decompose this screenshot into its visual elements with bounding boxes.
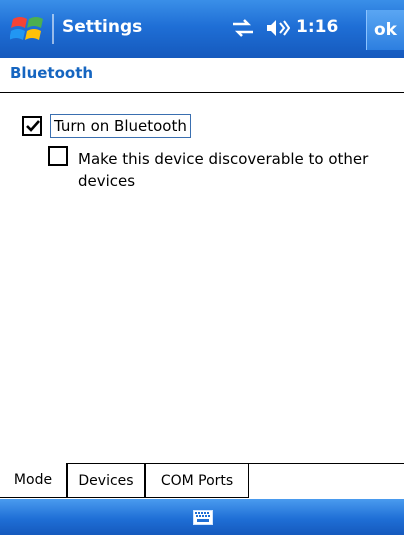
turn-on-bluetooth-label[interactable]: Turn on Bluetooth [50, 114, 191, 138]
start-flag-icon[interactable] [9, 12, 46, 48]
page-heading: Bluetooth [10, 64, 94, 82]
content-area: Bluetooth Turn on Bluetooth Make this de… [0, 58, 404, 463]
bottom-bar [0, 499, 404, 535]
title-separator [52, 14, 54, 44]
checkmark-icon [26, 120, 40, 132]
tab-devices[interactable]: Devices [67, 463, 145, 498]
clock[interactable]: 1:16 [296, 17, 338, 37]
tab-mode[interactable]: Mode [0, 463, 67, 498]
volume-icon[interactable] [264, 17, 291, 39]
tab-com-ports[interactable]: COM Ports [145, 463, 249, 498]
heading-divider [0, 92, 404, 93]
ok-button[interactable]: ok [366, 10, 404, 50]
title-bar: Settings 1:16 ok [0, 0, 404, 58]
app-title: Settings [62, 17, 143, 37]
discoverable-label[interactable]: Make this device discoverable to other d… [78, 148, 396, 192]
discoverable-checkbox[interactable] [48, 146, 68, 166]
tab-bar-border [248, 463, 404, 464]
keyboard-icon[interactable] [193, 510, 213, 525]
connectivity-icon[interactable] [229, 17, 257, 39]
turn-on-bluetooth-checkbox[interactable] [22, 116, 42, 136]
